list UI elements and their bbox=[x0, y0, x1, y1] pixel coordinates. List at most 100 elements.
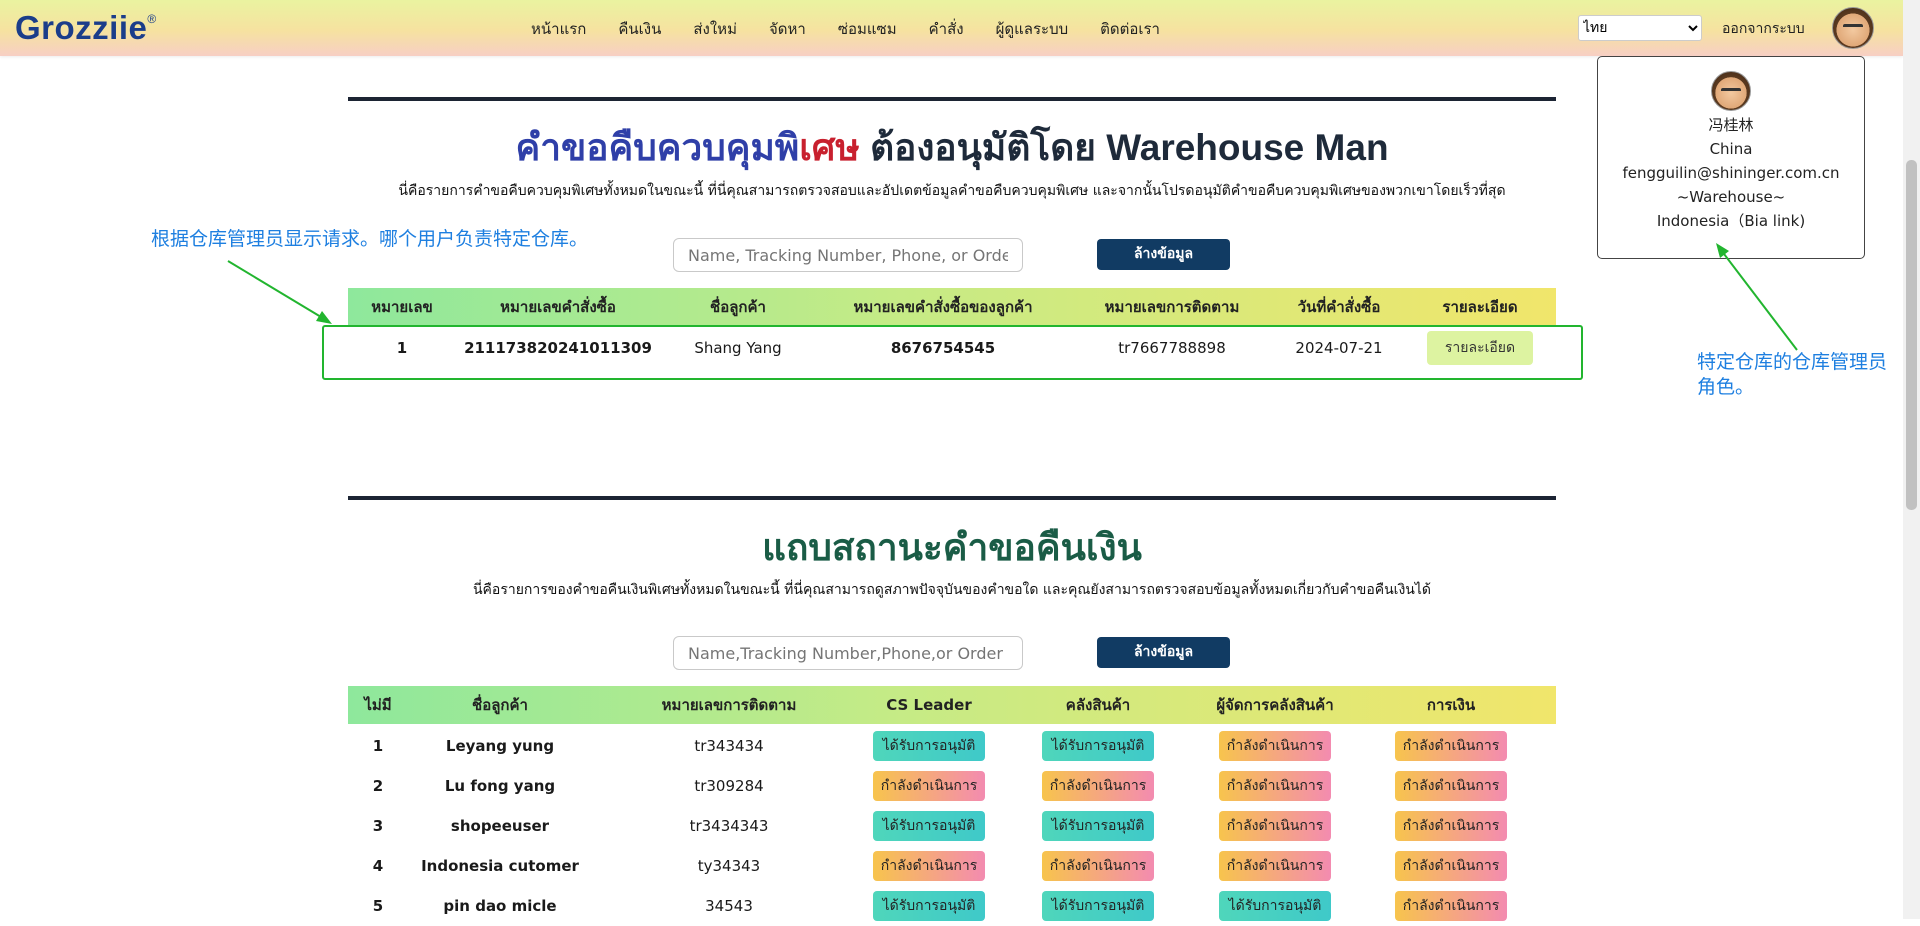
nav-item-orders[interactable]: คำสั่ง bbox=[929, 17, 964, 41]
status-badge[interactable]: กำลังดำเนินการ bbox=[1395, 771, 1507, 801]
clear-button[interactable]: ล้างข้อมูล bbox=[1097, 239, 1230, 270]
cell-no: 5 bbox=[372, 897, 384, 915]
clear-button[interactable]: ล้างข้อมูล bbox=[1097, 637, 1230, 668]
column-header: รายละเอียด bbox=[1442, 298, 1518, 316]
status-badge[interactable]: กำลังดำเนินการ bbox=[1219, 731, 1331, 761]
avatar-icon[interactable] bbox=[1832, 7, 1874, 49]
section-divider bbox=[348, 496, 1556, 500]
column-header: หมายเลขการติดตาม bbox=[661, 696, 797, 714]
section2-subtitle: นี่คือรายการของคำขอคืนเงินพิเศษทั้งหมดใน… bbox=[472, 582, 1431, 598]
column-header: ไม่มี bbox=[364, 696, 392, 714]
cell-tracking: ty34343 bbox=[697, 857, 761, 875]
cell-cs-status: ได้รับการอนุมัติ bbox=[866, 731, 992, 761]
avatar-icon bbox=[1711, 71, 1751, 111]
status-badge[interactable]: กำลังดำเนินการ bbox=[1219, 811, 1331, 841]
cell-finance-status: กำลังดำเนินการ bbox=[1346, 851, 1556, 881]
column-header: หมายเลขคำสั่งซื้อ bbox=[500, 298, 616, 316]
status-badge[interactable]: ได้รับการอนุมัติ bbox=[873, 811, 985, 841]
cell-tracking: tr3434343 bbox=[689, 817, 769, 835]
user-role: ~Warehouse~ bbox=[1676, 188, 1786, 206]
nav-item-refund[interactable]: คืนเงิน bbox=[618, 17, 661, 41]
user-profile-popup: 冯桂林 China fengguilin@shininger.com.cn ~W… bbox=[1597, 56, 1865, 259]
column-header: หมายเลขคำสั่งซื้อของลูกค้า bbox=[853, 298, 1033, 316]
status-badge[interactable]: ได้รับการอนุมัติ bbox=[1219, 891, 1331, 921]
main-nav: หน้าแรก คืนเงิน ส่งใหม่ จัดหา ซ่อมแซม คำ… bbox=[531, 17, 1192, 41]
cell-finance-status: กำลังดำเนินการ bbox=[1346, 771, 1556, 801]
cell-warehouse-status: กำลังดำเนินการ bbox=[992, 771, 1204, 801]
nav-item-resend[interactable]: ส่งใหม่ bbox=[693, 17, 737, 41]
section-divider bbox=[348, 97, 1556, 101]
cell-finance-status: กำลังดำเนินการ bbox=[1346, 891, 1556, 921]
section2-title: แถบสถานะคำขอคืนเงิน bbox=[762, 527, 1142, 568]
cell-manager-status: กำลังดำเนินการ bbox=[1204, 851, 1346, 881]
cell-manager-status: กำลังดำเนินการ bbox=[1204, 811, 1346, 841]
cell-warehouse-status: ได้รับการอนุมัติ bbox=[992, 891, 1204, 921]
status-badge[interactable]: ได้รับการอนุมัติ bbox=[1042, 731, 1154, 761]
status-badge[interactable]: กำลังดำเนินการ bbox=[1219, 771, 1331, 801]
cell-customer: shopeeuser bbox=[450, 817, 550, 835]
cell-cs-status: ได้รับการอนุมัติ bbox=[866, 891, 992, 921]
search-input[interactable] bbox=[673, 238, 1023, 272]
cell-tracking: tr343434 bbox=[694, 737, 764, 755]
cell-cs-status: กำลังดำเนินการ bbox=[866, 771, 992, 801]
language-select[interactable]: ไทย bbox=[1578, 15, 1702, 41]
cell-cs-status: ได้รับการอนุมัติ bbox=[866, 811, 992, 841]
section1-title: คำขอคืบควบคุมพิเศษ ต้องอนุมัติโดย Wareho… bbox=[515, 127, 1389, 168]
nav-item-admin[interactable]: ผู้ดูแลระบบ bbox=[996, 17, 1069, 41]
status-badge[interactable]: กำลังดำเนินการ bbox=[1219, 851, 1331, 881]
cell-finance-status: กำลังดำเนินการ bbox=[1346, 731, 1556, 761]
table-row: 3 shopeeuser tr3434343 ได้รับการอนุมัติ … bbox=[348, 806, 1556, 846]
cell-manager-status: ได้รับการอนุมัติ bbox=[1204, 891, 1346, 921]
nav-item-procure[interactable]: จัดหา bbox=[769, 17, 806, 41]
user-warehouse: Indonesia（Bia link) bbox=[1656, 212, 1806, 230]
column-header: หมายเลข bbox=[371, 298, 433, 316]
status-badge[interactable]: กำลังดำเนินการ bbox=[1042, 771, 1154, 801]
brand-logo[interactable]: Grozziie® bbox=[15, 9, 157, 47]
logout-link[interactable]: ออกจากระบบ bbox=[1722, 18, 1805, 40]
status-badge[interactable]: กำลังดำเนินการ bbox=[1395, 891, 1507, 921]
status-badge[interactable]: ได้รับการอนุมัติ bbox=[873, 891, 985, 921]
table-header: หมายเลข หมายเลขคำสั่งซื้อ ชื่อลูกค้า หมา… bbox=[348, 288, 1556, 326]
status-badge[interactable]: ได้รับการอนุมัติ bbox=[873, 731, 985, 761]
cell-customer: Leyang yung bbox=[445, 737, 555, 755]
status-badge[interactable]: ได้รับการอนุมัติ bbox=[1042, 891, 1154, 921]
status-badge[interactable]: ได้รับการอนุมัติ bbox=[1042, 811, 1154, 841]
cell-tracking: 34543 bbox=[705, 897, 753, 915]
status-badge[interactable]: กำลังดำเนินการ bbox=[1042, 851, 1154, 881]
cell-customer: Lu fong yang bbox=[444, 777, 556, 795]
table-row: 2 Lu fong yang tr309284 กำลังดำเนินการ ก… bbox=[348, 766, 1556, 806]
user-name: 冯桂林 bbox=[1708, 116, 1754, 134]
cell-warehouse-status: ได้รับการอนุมัติ bbox=[992, 811, 1204, 841]
nav-item-contact[interactable]: ติดต่อเรา bbox=[1100, 17, 1160, 41]
scrollbar-thumb[interactable] bbox=[1906, 160, 1917, 510]
status-badge[interactable]: กำลังดำเนินการ bbox=[1395, 851, 1507, 881]
cell-no: 3 bbox=[372, 817, 384, 835]
status-badge[interactable]: กำลังดำเนินการ bbox=[873, 771, 985, 801]
annotation-right: 特定仓库的仓库管理员 角色。 bbox=[1697, 351, 1888, 398]
column-header: ชื่อลูกค้า bbox=[710, 298, 766, 316]
cell-warehouse-status: ได้รับการอนุมัติ bbox=[992, 731, 1204, 761]
column-header: วันที่คำสั่งซื้อ bbox=[1297, 298, 1381, 316]
column-header: การเงิน bbox=[1426, 696, 1476, 714]
cell-tracking: tr309284 bbox=[694, 777, 764, 795]
cell-manager-status: กำลังดำเนินการ bbox=[1204, 731, 1346, 761]
search-input[interactable] bbox=[673, 636, 1023, 670]
column-header: หมายเลขการติดตาม bbox=[1104, 298, 1240, 316]
user-country: China bbox=[1709, 140, 1753, 158]
cell-cs-status: กำลังดำเนินการ bbox=[866, 851, 992, 881]
column-header: คลังสินค้า bbox=[1065, 696, 1131, 714]
annotation-left: 根据仓库管理员显示请求。哪个用户负责特定仓库。 bbox=[151, 228, 589, 250]
cell-customer: Indonesia cutomer bbox=[421, 857, 579, 875]
status-badge[interactable]: กำลังดำเนินการ bbox=[873, 851, 985, 881]
column-header: ผู้จัดการคลังสินค้า bbox=[1216, 696, 1334, 714]
arrow-icon bbox=[227, 260, 332, 324]
nav-item-repair[interactable]: ซ่อมแซม bbox=[838, 17, 897, 41]
status-badge[interactable]: กำลังดำเนินการ bbox=[1395, 811, 1507, 841]
cell-no: 4 bbox=[372, 857, 384, 875]
cell-no: 1 bbox=[372, 737, 384, 755]
cell-customer: pin dao micle bbox=[443, 897, 557, 915]
cell-no: 2 bbox=[372, 777, 384, 795]
highlight-box bbox=[322, 325, 1583, 380]
nav-item-home[interactable]: หน้าแรก bbox=[531, 17, 586, 41]
status-badge[interactable]: กำลังดำเนินการ bbox=[1395, 731, 1507, 761]
